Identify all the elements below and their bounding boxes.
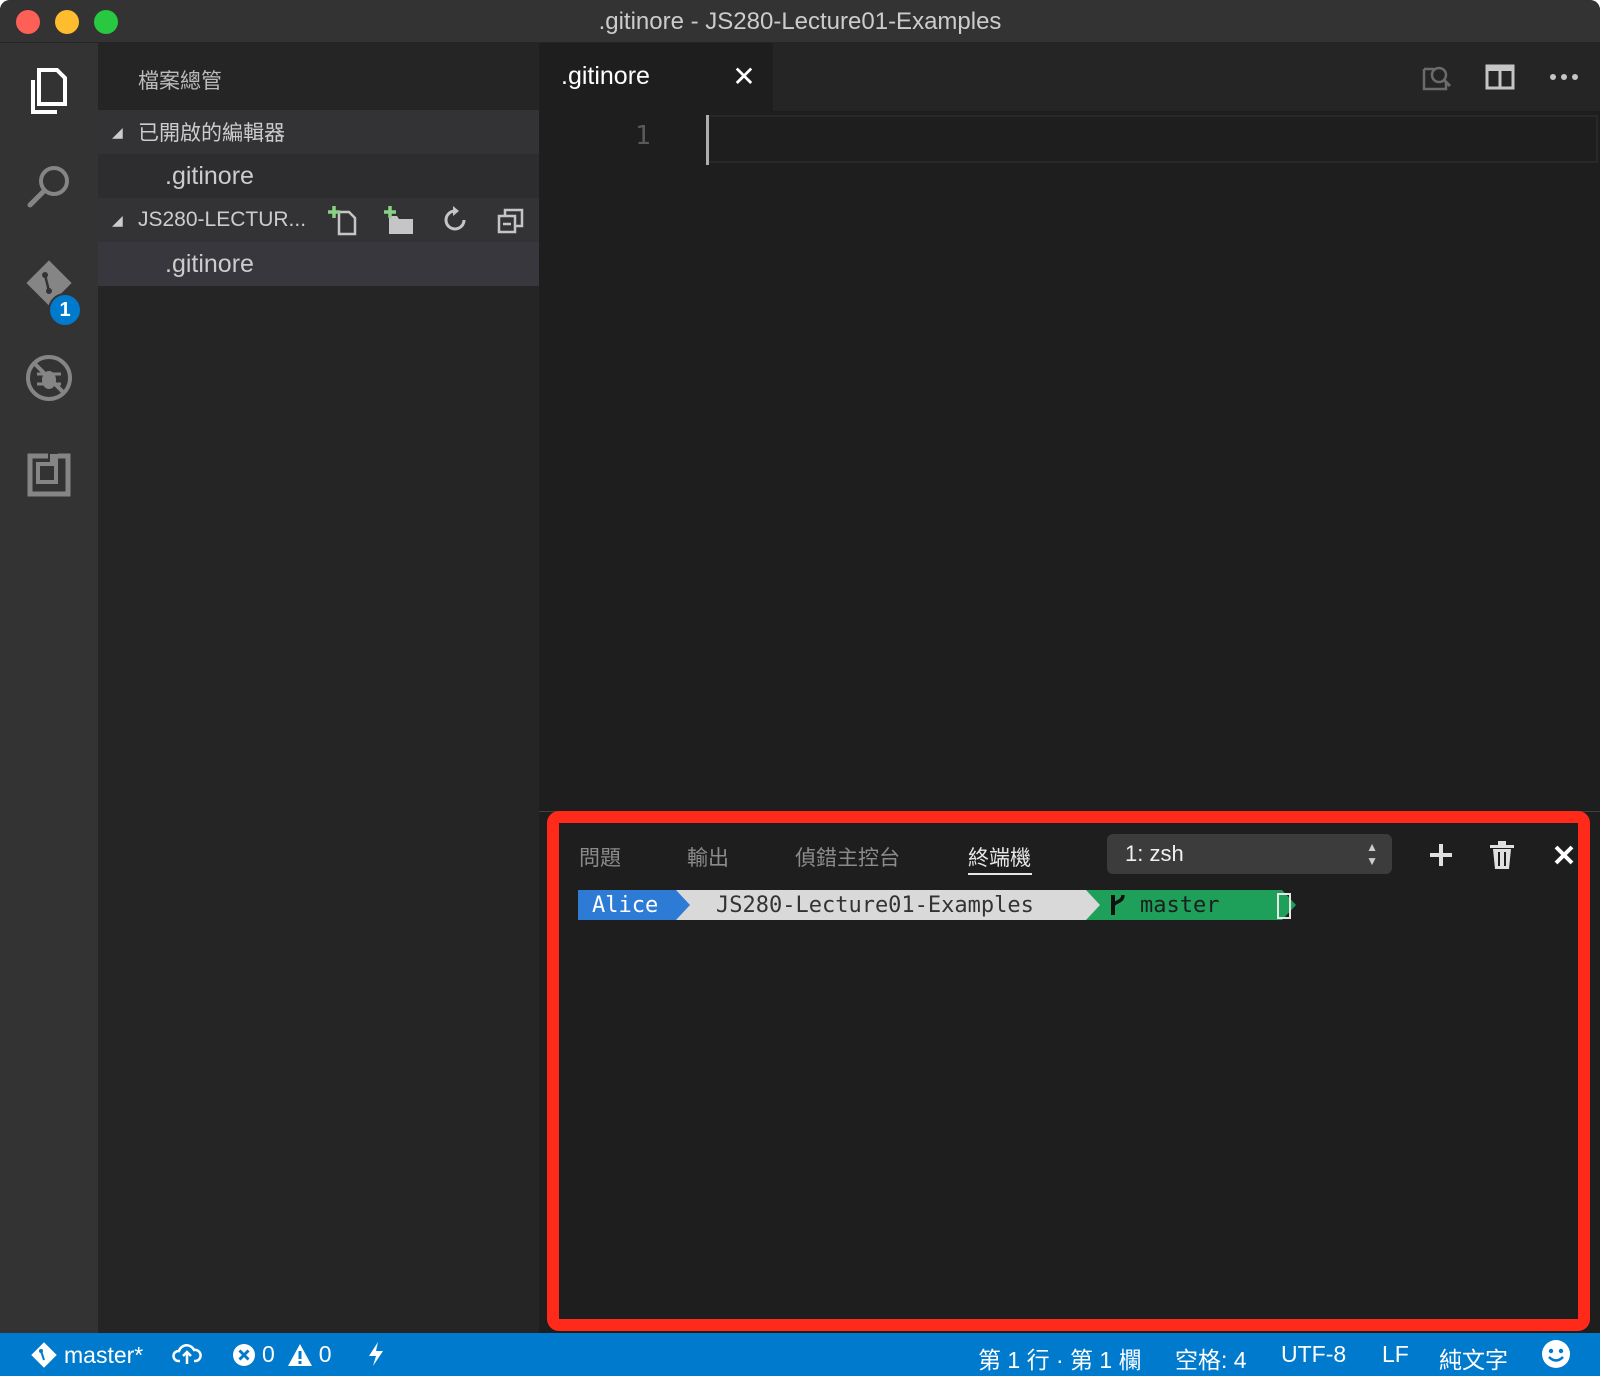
prompt-user: Alice (592, 892, 659, 918)
editor-tab-bar: .gitinore ✕ (539, 43, 1600, 111)
cloud-upload-icon (172, 1344, 202, 1364)
eol-status[interactable]: LF (1382, 1341, 1409, 1368)
editor-tab-label: .gitinore (561, 62, 650, 90)
language-mode-label: 純文字 (1439, 1347, 1508, 1373)
git-branch-icon (31, 1342, 57, 1368)
language-mode-status[interactable]: 純文字 (1439, 1341, 1508, 1375)
collapse-all-icon[interactable] (493, 202, 529, 238)
explorer-icon[interactable] (19, 61, 79, 121)
indentation-label: 空格: 4 (1175, 1347, 1247, 1373)
trash-icon[interactable] (1485, 838, 1519, 872)
refresh-icon[interactable] (437, 202, 473, 238)
open-preview-icon[interactable] (1418, 59, 1454, 95)
split-editor-icon[interactable] (1482, 59, 1518, 95)
prompt-dir-segment: JS280-Lecture01-Examples (690, 890, 1086, 920)
warning-count: 0 (318, 1341, 332, 1367)
sync-status[interactable] (172, 1341, 202, 1365)
tab-debug-console[interactable]: 偵錯主控台 (795, 842, 900, 872)
indentation-status[interactable]: 空格: 4 (1175, 1341, 1247, 1375)
branch-name: master* (64, 1341, 144, 1368)
close-tab-icon[interactable]: ✕ (729, 61, 759, 92)
search-icon[interactable] (19, 156, 79, 216)
editor-actions (1418, 59, 1582, 95)
folder-actions (325, 198, 529, 242)
vscode-window: .gitinore - JS280-Lecture01-Examples 1 檔… (0, 0, 1600, 1376)
editor-tab[interactable]: .gitinore ✕ (539, 43, 773, 111)
eol-label: LF (1382, 1341, 1409, 1367)
encoding-label: UTF-8 (1281, 1341, 1347, 1367)
lightning-icon (369, 1342, 383, 1366)
activity-bar: 1 (0, 43, 98, 1333)
more-actions-icon[interactable] (1546, 59, 1582, 95)
problems-status[interactable]: 0 0 (232, 1341, 332, 1368)
new-file-icon[interactable] (325, 202, 361, 238)
open-editor-item[interactable]: .gitinore (98, 154, 539, 198)
select-arrows-icon: ▲ ▼ (1366, 840, 1378, 868)
error-icon (233, 1343, 255, 1366)
debug-icon[interactable] (19, 348, 79, 408)
powerline-separator (1086, 890, 1100, 920)
file-tree-filename: .gitinore (165, 249, 254, 278)
prompt-user-segment: Alice (578, 890, 676, 920)
collapse-arrow-icon[interactable]: ◢ (112, 124, 123, 141)
text-cursor (706, 115, 709, 165)
window-title: .gitinore - JS280-Lecture01-Examples (598, 8, 1002, 35)
feedback-smiley-icon[interactable] (1541, 1339, 1571, 1369)
line-number: 1 (635, 121, 651, 151)
explorer-sidebar: 檔案總管 ◢ 已開啟的編輯器 .gitinore ◢ JS280-LECTUR.… (98, 43, 539, 1333)
title-bar: .gitinore - JS280-Lecture01-Examples (0, 0, 1600, 43)
collapse-arrow-icon[interactable]: ◢ (112, 212, 123, 229)
warning-icon (287, 1343, 312, 1366)
terminal-select[interactable]: 1: zsh ▲ ▼ (1107, 834, 1392, 874)
open-editor-filename: .gitinore (165, 161, 254, 190)
tab-output[interactable]: 輸出 (687, 842, 729, 872)
project-folder-label: JS280-LECTUR... (138, 208, 307, 231)
project-folder-section[interactable]: ◢ JS280-LECTUR... (98, 198, 539, 242)
tab-problems[interactable]: 問題 (579, 842, 621, 872)
powerline-separator (676, 890, 690, 920)
open-editors-label: 已開啟的編輯器 (138, 122, 285, 145)
terminal-select-value: 1: zsh (1125, 841, 1184, 866)
terminal-prompt: Alice JS280-Lecture01-Examples master (578, 890, 1296, 920)
terminal-cursor (1277, 893, 1291, 919)
status-bar: master* 0 0 第 1 行 · 第 1 欄 空格: 4 UTF-8 LF… (0, 1333, 1600, 1376)
extensions-icon[interactable] (19, 445, 79, 505)
encoding-status[interactable]: UTF-8 (1281, 1341, 1346, 1368)
cursor-position[interactable]: 第 1 行 · 第 1 欄 (978, 1341, 1142, 1375)
new-terminal-icon[interactable] (1424, 838, 1458, 872)
open-editors-section[interactable]: ◢ 已開啟的編輯器 (98, 110, 539, 154)
branch-status[interactable]: master* (30, 1341, 143, 1369)
code-editor[interactable]: 1 (539, 111, 1600, 811)
close-panel-icon[interactable] (1547, 838, 1581, 872)
cursor-position-label: 第 1 行 · 第 1 欄 (978, 1347, 1142, 1373)
prompt-directory: JS280-Lecture01-Examples (716, 892, 1034, 918)
error-count: 0 (262, 1341, 275, 1367)
prompt-git-segment: master (1100, 890, 1282, 920)
prompt-branch: master (1140, 892, 1220, 918)
active-tab-indicator (968, 873, 1032, 875)
branch-icon (1111, 894, 1125, 915)
scm-count-badge: 1 (48, 293, 82, 327)
tab-terminal[interactable]: 終端機 (968, 842, 1031, 872)
file-tree-item[interactable]: .gitinore (98, 242, 539, 286)
current-line-highlight (706, 115, 1598, 163)
sidebar-title: 檔案總管 (138, 70, 222, 93)
lightning-status[interactable] (366, 1341, 386, 1367)
new-folder-icon[interactable] (381, 202, 417, 238)
